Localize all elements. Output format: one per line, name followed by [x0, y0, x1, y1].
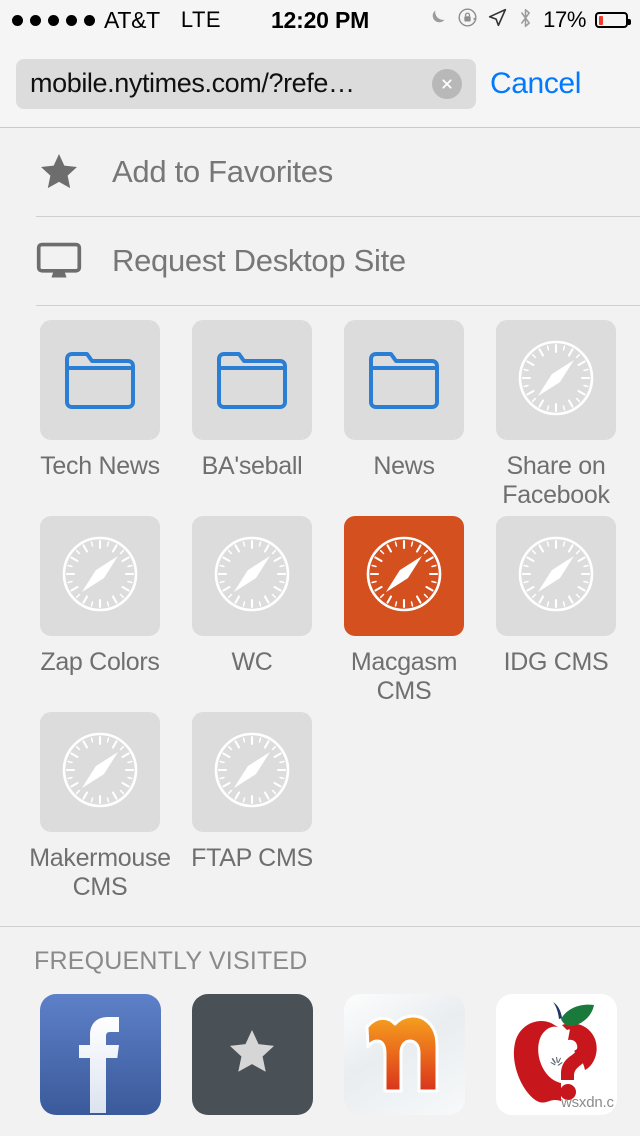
bookmark-tile[interactable]: [192, 320, 312, 440]
request-desktop-site-label: Request Desktop Site: [112, 243, 406, 278]
bookmark-item[interactable]: FTAP CMS: [176, 712, 328, 902]
bookmark-item[interactable]: Share on Facebook: [480, 320, 632, 510]
bookmarks-row: Makermouse CMS FTAP CMS: [0, 712, 640, 902]
signal-dot: [48, 14, 59, 26]
browser-url-bar: mobile.nytimes.com/?refe… Cancel: [0, 40, 640, 128]
bookmark-item[interactable]: Macgasm CMS: [328, 516, 480, 706]
request-desktop-site-button[interactable]: Request Desktop Site: [0, 217, 640, 305]
apple-question-mark-logo-icon: wsxdn.com: [499, 995, 617, 1115]
bluetooth-icon: [517, 7, 534, 34]
bookmark-item[interactable]: Tech News: [24, 320, 176, 510]
bookmark-item[interactable]: WC: [176, 516, 328, 706]
macgasm-tile[interactable]: [343, 994, 465, 1115]
bookmark-label: IDG CMS: [503, 648, 609, 676]
bookmark-tile[interactable]: [40, 516, 160, 636]
bookmark-tile[interactable]: [496, 516, 616, 636]
cancel-button[interactable]: Cancel: [490, 67, 587, 101]
bookmark-label: FTAP CMS: [191, 844, 313, 872]
url-input-field[interactable]: mobile.nytimes.com/?refe…: [16, 58, 476, 109]
bookmark-item[interactable]: Makermouse CMS: [24, 712, 176, 902]
battery-icon: [595, 12, 631, 28]
safari-compass-icon: [516, 534, 596, 619]
desktop-monitor-icon: [36, 240, 88, 282]
location-arrow-icon: [487, 7, 508, 33]
bookmark-label: Tech News: [40, 452, 160, 480]
bookmark-label: BA'seball: [201, 452, 303, 480]
bookmark-label: Zap Colors: [40, 648, 160, 676]
add-to-favorites-label: Add to Favorites: [112, 154, 333, 189]
star-icon: [224, 1025, 280, 1084]
bookmark-item[interactable]: BA'seball: [176, 320, 328, 510]
folder-icon: [63, 345, 137, 416]
clear-icon[interactable]: [432, 68, 462, 99]
status-bar-left: AT&T LTE: [12, 7, 221, 34]
apple-question-tile[interactable]: wsxdn.com: [495, 994, 617, 1115]
folder-icon: [215, 345, 289, 416]
safari-compass-icon: [60, 730, 140, 815]
signal-strength-dots: [12, 14, 95, 26]
rotation-lock-icon: [457, 7, 478, 33]
bookmark-item[interactable]: News: [328, 320, 480, 510]
bookmark-tile[interactable]: [192, 516, 312, 636]
bookmarks-grid: Tech News BA'seball News Share on Facebook Z…: [0, 306, 640, 926]
status-bar-right: 17%: [427, 7, 631, 34]
signal-dot: [84, 14, 95, 26]
safari-compass-icon: [212, 534, 292, 619]
status-bar: AT&T LTE 12:20 PM 17%: [0, 0, 640, 40]
bookmark-tile[interactable]: [344, 320, 464, 440]
frequently-visited-item[interactable]: [24, 994, 176, 1115]
favorites-tile[interactable]: [191, 994, 313, 1115]
bookmark-label: Macgasm CMS: [350, 648, 458, 705]
url-text[interactable]: mobile.nytimes.com/?refe…: [30, 68, 432, 99]
facebook-tile[interactable]: [39, 994, 161, 1115]
add-to-favorites-button[interactable]: Add to Favorites: [0, 128, 640, 216]
frequently-visited-row: wsxdn.com: [0, 976, 640, 1115]
bookmark-item[interactable]: Zap Colors: [24, 516, 176, 706]
frequently-visited-item[interactable]: [176, 994, 328, 1115]
bookmark-label: Makermouse CMS: [29, 844, 171, 901]
battery-percent-label: 17%: [543, 7, 586, 32]
bookmark-label: News: [373, 452, 435, 480]
network-type-label: LTE: [180, 7, 222, 32]
safari-compass-icon: [60, 534, 140, 619]
bookmarks-row: Tech News BA'seball News Share on Facebook: [0, 320, 640, 510]
bookmark-tile[interactable]: [192, 712, 312, 832]
frequently-visited-item[interactable]: wsxdn.com: [480, 994, 632, 1115]
star-icon: [36, 150, 88, 194]
bookmark-label: Share on Facebook: [502, 452, 610, 509]
safari-compass-icon: [516, 338, 596, 423]
bookmark-tile[interactable]: [40, 320, 160, 440]
bookmark-tile-highlighted[interactable]: [344, 516, 464, 636]
moon-icon: [427, 7, 448, 33]
bookmark-tile[interactable]: [496, 320, 616, 440]
bookmarks-row: Zap Colors WC Macgasm CMS IDG CMS: [0, 516, 640, 706]
facebook-logo-icon: [40, 994, 161, 1115]
signal-dot: [30, 14, 41, 26]
frequently-visited-item[interactable]: [328, 994, 480, 1115]
macgasm-m-logo-icon: [349, 997, 459, 1112]
safari-compass-icon: [212, 730, 292, 815]
frequently-visited-section: FREQUENTLY VISITED wsxdn.c: [0, 926, 640, 1115]
frequently-visited-title: FREQUENTLY VISITED: [34, 947, 308, 975]
signal-dot: [12, 14, 23, 26]
folder-icon: [367, 345, 441, 416]
svg-text:wsxdn.com: wsxdn.com: [560, 1094, 614, 1110]
carrier-label: AT&T: [104, 6, 160, 33]
bookmark-item[interactable]: IDG CMS: [480, 516, 632, 706]
signal-dot: [66, 14, 77, 26]
bookmark-label: WC: [231, 648, 273, 676]
safari-compass-icon: [364, 534, 444, 619]
bookmark-tile[interactable]: [40, 712, 160, 832]
